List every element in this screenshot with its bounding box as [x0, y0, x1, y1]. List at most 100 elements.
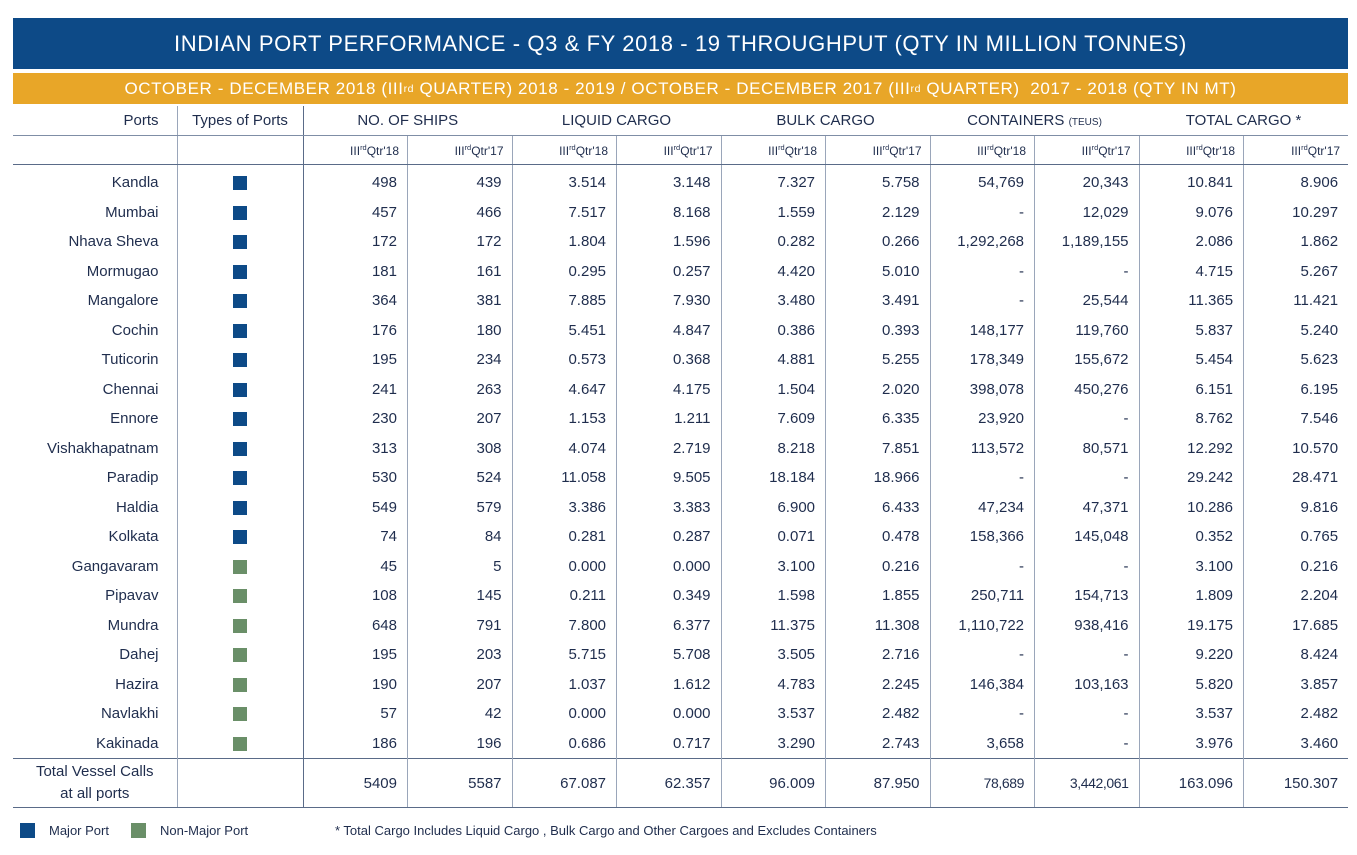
cell-total-qtr17: 10.297	[1243, 197, 1349, 227]
port-name: Kakinada	[95, 734, 159, 752]
major-port-marker	[233, 235, 247, 250]
cell-liquid-qtr17: 0.349	[616, 581, 722, 611]
cell-total-qtr17: 0.216	[1243, 551, 1349, 581]
cell-liquid-qtr17: 0.368	[616, 345, 722, 375]
port-type-cell	[176, 581, 303, 611]
cell-total-qtr18: 3.537	[1138, 699, 1244, 729]
cell-liquid-qtr18: 1.153	[511, 404, 617, 434]
port-name: Tuticorin	[101, 351, 159, 369]
cell-bulk-qtr17: 6.433	[825, 492, 931, 522]
cell-liquid-qtr18: 7.517	[511, 197, 617, 227]
cell-liquid-qtr18: 0.281	[511, 522, 617, 552]
subtitle-sup2: rd	[910, 82, 922, 95]
port-type-cell	[176, 315, 303, 345]
port-name: Mormugao	[86, 262, 159, 280]
port-type-cell	[176, 610, 303, 640]
header-bulk: BULK CARGO	[721, 106, 931, 136]
cell-total-qtr18: 10.841	[1138, 164, 1244, 198]
cell-bulk-qtr18: 8.218	[720, 433, 826, 463]
header-qtr18: IIIrdQtr'18	[1138, 135, 1244, 165]
cell-containers-qtr17: 155,672	[1034, 345, 1140, 375]
major-port-marker	[233, 382, 247, 397]
cell-containers-qtr18: 47,234	[929, 492, 1035, 522]
cell-bulk-qtr18: 0.282	[720, 227, 826, 257]
cell-total-qtr17: 6.195	[1243, 374, 1349, 404]
header-row-quarters: IIIrdQtr'18 IIIrdQtr'17 IIIrdQtr'18 IIIrdQt…	[13, 135, 1349, 165]
header-qtr17: IIIrdQtr'17	[1034, 135, 1140, 165]
cell-total-qtr17: 2.482	[1243, 699, 1349, 729]
major-port-marker	[233, 205, 247, 220]
cell-ships-qtr17: 42	[407, 699, 513, 729]
table-row: Chennai 241 263 4.647 4.175 1.504 2.020 398,078…	[13, 374, 1349, 404]
subtitle-part2: QUARTER) 2018 - 2019 / OCTOBER - DECEMBE…	[414, 78, 911, 98]
header-qtr17: IIIrdQtr'17	[825, 135, 931, 165]
cell-ships-qtr17: 84	[407, 522, 513, 552]
cell-ships-qtr17: 524	[407, 463, 513, 493]
cell-bulk-qtr17: 2.245	[825, 669, 931, 699]
cell-containers-qtr17: -	[1034, 463, 1140, 493]
major-port-marker	[233, 471, 247, 486]
port-type-cell	[176, 492, 303, 522]
non-major-port-marker	[233, 707, 247, 722]
cell-liquid-qtr17: 4.175	[616, 374, 722, 404]
header-qtr18-part: III	[977, 143, 988, 158]
port-type-cell	[176, 227, 303, 257]
cell-bulk-qtr18: 3.100	[720, 551, 826, 581]
header-containers: CONTAINERS (TEUS)	[930, 106, 1140, 136]
cell-total-qtr17: 5.623	[1243, 345, 1349, 375]
total-bulk-qtr18: 96.009	[720, 758, 826, 808]
total-containers-qtr18: 78,689	[929, 758, 1035, 808]
non-major-port-marker	[233, 677, 247, 692]
total-row: Total Vessel Calls at all ports 5409 5587 6…	[13, 758, 1349, 808]
table-row: Hazira 190 207 1.037 1.612 4.783 2.245 146,384 1…	[13, 669, 1349, 699]
header-qtr18: IIIrdQtr'18	[720, 135, 826, 165]
header-qtr17-part: III	[1291, 143, 1302, 158]
header-qtr18: IIIrdQtr'18	[511, 135, 617, 165]
port-type-cell	[176, 404, 303, 434]
table-row: Navlakhi 57 42 0.000 0.000 3.537 2.482- -3.537 2…	[13, 699, 1349, 729]
port-type-cell	[176, 433, 303, 463]
total-containers-qtr17: 3,442,061	[1034, 758, 1140, 808]
header-qtr18-part: rd	[778, 142, 785, 152]
cell-liquid-qtr18: 7.800	[511, 610, 617, 640]
cell-total-qtr18: 2.086	[1138, 227, 1244, 257]
header-types: Types of Ports	[176, 106, 303, 136]
total-total-qtr18: 163.096	[1138, 758, 1244, 808]
cell-ships-qtr18: 176	[302, 315, 408, 345]
table-row: Mumbai 457 466 7.517 8.168 1.559 2.129-12,029 9…	[13, 197, 1349, 227]
cell-ships-qtr18: 74	[302, 522, 408, 552]
cell-total-qtr18: 4.715	[1138, 256, 1244, 286]
cell-liquid-qtr18: 7.885	[511, 286, 617, 316]
header-qtr17-part: III	[872, 143, 883, 158]
header-qtr17-part: Qtr'17	[889, 143, 922, 158]
table-row: Nhava Sheva 172 172 1.804 1.596 0.282 0.266 1,2…	[13, 227, 1349, 257]
total-ships-qtr18: 5409	[302, 758, 408, 808]
cell-liquid-qtr17: 7.930	[616, 286, 722, 316]
table-row: Kandla 498 439 3.514 3.148 7.327 5.758 54,769 20…	[13, 164, 1349, 198]
total-liquid-qtr17: 62.357	[616, 758, 722, 808]
cell-ships-qtr17: 791	[407, 610, 513, 640]
cell-total-qtr17: 0.765	[1243, 522, 1349, 552]
port-type-cell	[176, 164, 303, 198]
cell-ships-qtr17: 234	[407, 345, 513, 375]
cell-ships-qtr17: 161	[407, 256, 513, 286]
cell-bulk-qtr18: 4.881	[720, 345, 826, 375]
cell-ships-qtr18: 186	[302, 728, 408, 759]
cell-bulk-qtr18: 1.598	[720, 581, 826, 611]
cell-total-qtr17: 5.267	[1243, 256, 1349, 286]
header-ports: Ports	[13, 106, 177, 136]
cell-bulk-qtr17: 2.743	[825, 728, 931, 759]
cell-total-qtr17: 8.906	[1243, 164, 1349, 198]
cell-ships-qtr18: 313	[302, 433, 408, 463]
cell-total-qtr18: 3.100	[1138, 551, 1244, 581]
cell-ships-qtr17: 579	[407, 492, 513, 522]
non-major-port-marker	[233, 648, 247, 663]
cell-total-qtr18: 9.220	[1138, 640, 1244, 670]
cell-liquid-qtr17: 0.000	[616, 551, 722, 581]
cell-bulk-qtr18: 7.327	[720, 164, 826, 198]
total-ships-qtr17: 5587	[407, 758, 513, 808]
port-name: Navlakhi	[100, 705, 159, 723]
cell-liquid-qtr18: 5.715	[511, 640, 617, 670]
table-row: Kolkata 74 84 0.281 0.287 0.071 0.478 158,366 14…	[13, 522, 1349, 552]
cell-bulk-qtr17: 2.482	[825, 699, 931, 729]
